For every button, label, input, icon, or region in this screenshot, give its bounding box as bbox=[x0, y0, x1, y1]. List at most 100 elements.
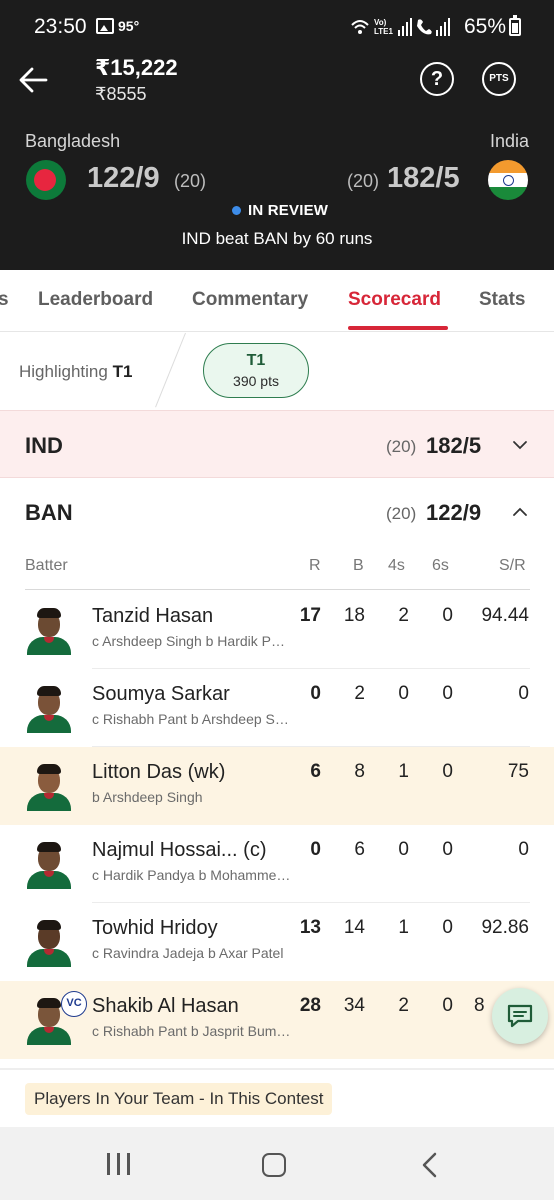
tab-stats[interactable]: Stats bbox=[479, 289, 525, 311]
player-fours: 0 bbox=[398, 683, 409, 704]
section-divider bbox=[0, 1068, 554, 1070]
tab-bar: s Leaderboard Commentary Scorecard Stats bbox=[0, 270, 554, 332]
player-runs: 6 bbox=[310, 761, 321, 782]
player-strike-rate: 0 bbox=[518, 839, 529, 860]
player-name: Najmul Hossai... (c) bbox=[92, 839, 267, 861]
match-result: IND beat BAN by 60 runs bbox=[181, 229, 373, 248]
team-right-name: India bbox=[489, 131, 529, 151]
gallery-icon bbox=[96, 18, 114, 34]
battery-percent: 65% bbox=[464, 15, 507, 38]
vice-captain-badge: VC bbox=[61, 991, 87, 1017]
player-strike-rate: 75 bbox=[507, 761, 529, 782]
player-fours: 1 bbox=[398, 917, 409, 938]
status-temperature: 95° bbox=[118, 18, 140, 34]
player-dismissal: c Ravindra Jadeja b Axar Patel bbox=[92, 945, 284, 961]
team-right-score: 182/5 bbox=[387, 162, 460, 194]
scorecard-screen: 23:50 95° Vo) LTE1 65% ₹15,222 ₹8555 ? P… bbox=[0, 0, 554, 1200]
status-bar: 23:50 95° Vo) LTE1 65% bbox=[0, 0, 554, 54]
player-avatar bbox=[25, 763, 73, 811]
player-avatar bbox=[25, 607, 73, 655]
highlighting-prefix: Highlighting bbox=[19, 362, 108, 381]
chevron-up-icon[interactable] bbox=[512, 504, 528, 520]
player-runs: 0 bbox=[310, 839, 321, 860]
innings-header-ind[interactable]: IND (20) 182/5 bbox=[0, 410, 554, 478]
batter-row[interactable]: Litton Das (wk) b Arshdeep Singh 6 8 1 0… bbox=[0, 747, 554, 825]
player-fours: 2 bbox=[398, 995, 409, 1016]
innings-overs: (20) bbox=[386, 437, 417, 456]
team-right-overs: (20) bbox=[347, 171, 380, 191]
batter-row[interactable]: Soumya Sarkar c Rishabh Pant b Arshdeep … bbox=[0, 669, 554, 747]
tab-commentary[interactable]: Commentary bbox=[192, 289, 308, 311]
player-balls: 14 bbox=[343, 917, 365, 938]
status-dot-icon bbox=[232, 206, 241, 215]
player-runs: 28 bbox=[299, 995, 321, 1016]
player-dismissal: c Rishabh Pant b Arshdeep Singh bbox=[92, 711, 292, 727]
player-name: Litton Das (wk) bbox=[92, 761, 226, 783]
player-avatar bbox=[25, 685, 73, 733]
battery-icon bbox=[509, 15, 521, 36]
prize-amount: ₹15,222 bbox=[95, 55, 178, 80]
system-nav-bar bbox=[0, 1127, 554, 1200]
player-balls: 2 bbox=[354, 683, 365, 704]
player-balls: 8 bbox=[354, 761, 365, 782]
match-header: 23:50 95° Vo) LTE1 65% ₹15,222 ₹8555 ? P… bbox=[0, 0, 554, 270]
match-status: IN REVIEW bbox=[248, 202, 329, 219]
nav-back-icon[interactable] bbox=[420, 1151, 440, 1179]
player-runs: 13 bbox=[299, 917, 321, 938]
innings-header-ban[interactable]: BAN (20) 122/9 bbox=[0, 478, 554, 546]
player-sixes: 0 bbox=[442, 995, 453, 1016]
player-sixes: 0 bbox=[442, 839, 453, 860]
innings-team: BAN bbox=[25, 500, 73, 525]
pill-team-name: T1 bbox=[246, 352, 266, 369]
highlighting-bar: Highlighting T1 T1 390 pts bbox=[0, 332, 554, 409]
batter-row[interactable]: Towhid Hridoy c Ravindra Jadeja b Axar P… bbox=[0, 903, 554, 981]
player-balls: 34 bbox=[343, 995, 365, 1016]
chat-icon bbox=[507, 1004, 533, 1028]
help-icon[interactable]: ? bbox=[420, 62, 454, 96]
home-icon[interactable] bbox=[262, 1153, 286, 1177]
player-strike-rate: 0 bbox=[518, 683, 529, 704]
player-balls: 6 bbox=[354, 839, 365, 860]
player-avatar bbox=[25, 919, 73, 967]
player-dismissal: b Arshdeep Singh bbox=[92, 789, 203, 805]
points-icon[interactable]: PTS bbox=[482, 62, 516, 96]
tab-scorecard[interactable]: Scorecard bbox=[348, 289, 441, 311]
back-arrow-icon[interactable] bbox=[16, 62, 52, 98]
player-runs: 0 bbox=[310, 683, 321, 704]
player-strike-rate: 94.44 bbox=[481, 605, 529, 626]
player-strike-rate: 92.86 bbox=[481, 917, 529, 938]
player-name: Tanzid Hasan bbox=[92, 605, 214, 627]
chat-button[interactable] bbox=[492, 988, 548, 1044]
batting-table-header: Batter R B 4s 6s S/R bbox=[25, 546, 530, 590]
signal-icons: Vo) LTE1 bbox=[351, 18, 450, 36]
team-left-name: Bangladesh bbox=[25, 131, 121, 151]
player-fours: 2 bbox=[398, 605, 409, 626]
entry-amount: ₹8555 bbox=[95, 84, 147, 104]
chevron-down-icon[interactable] bbox=[512, 437, 528, 453]
team-selector-pill[interactable]: T1 390 pts bbox=[203, 343, 309, 398]
player-sixes: 0 bbox=[442, 683, 453, 704]
innings-overs: (20) bbox=[386, 504, 417, 523]
header-sixes: 6s bbox=[432, 557, 449, 574]
team-players-label: Players In Your Team - In This Contest bbox=[25, 1083, 333, 1115]
player-name: Soumya Sarkar bbox=[92, 683, 230, 705]
team-left-score: 122/9 bbox=[87, 162, 160, 194]
innings-score: 122/9 bbox=[426, 500, 482, 525]
player-balls: 18 bbox=[343, 605, 365, 626]
recents-icon[interactable] bbox=[107, 1153, 131, 1175]
tab-partial[interactable]: s bbox=[0, 289, 9, 311]
bangladesh-flag-icon bbox=[26, 160, 66, 200]
player-name: Towhid Hridoy bbox=[92, 917, 218, 939]
batter-row[interactable]: Tanzid Hasan c Arshdeep Singh b Hardik P… bbox=[0, 591, 554, 669]
batter-row[interactable]: VC Shakib Al Hasan c Rishabh Pant b Jasp… bbox=[0, 981, 554, 1059]
player-name: Shakib Al Hasan bbox=[92, 995, 239, 1017]
header-fours: 4s bbox=[388, 557, 405, 574]
player-dismissal: c Hardik Pandya b Mohammed Siraj bbox=[92, 867, 292, 883]
player-fours: 1 bbox=[398, 761, 409, 782]
header-batter: Batter bbox=[25, 557, 68, 574]
player-avatar bbox=[25, 841, 73, 889]
batter-row[interactable]: Najmul Hossai... (c) c Hardik Pandya b M… bbox=[0, 825, 554, 903]
svg-text:LTE1: LTE1 bbox=[374, 27, 394, 36]
player-runs: 17 bbox=[299, 605, 321, 626]
tab-leaderboard[interactable]: Leaderboard bbox=[38, 289, 153, 311]
